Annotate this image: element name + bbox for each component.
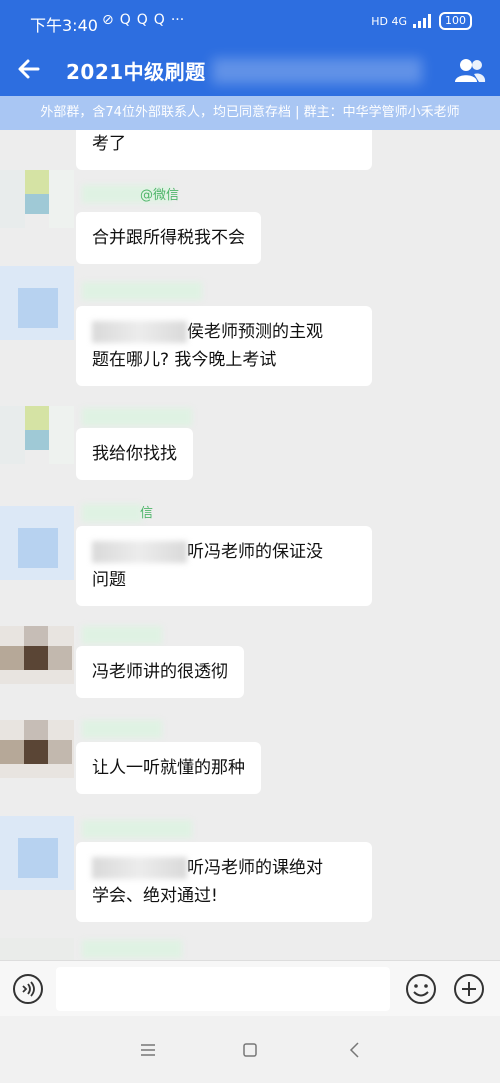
message-text: 题在哪儿? 我今晚上考试 [92,350,277,370]
avatar[interactable] [0,720,74,778]
external-group-notice[interactable]: 外部群，含74位外部联系人，均已同意存档 | 群主：中华学管师小禾老师 [0,96,500,130]
avatar[interactable] [0,626,74,684]
title-redaction [212,58,422,84]
status-bar: 下午3:40 ⊘ Q Q Q ··· HD 4G 100 [0,0,500,44]
sender-name-redaction [82,408,192,426]
message-text: 我给你找找 [92,444,177,464]
message-bubble[interactable]: 听冯老师的保证没 问题 [76,526,372,606]
sender-source-tag: @微信 [140,188,180,203]
sender-name-redaction [82,282,202,300]
sender-source-tag: 信 [140,506,154,521]
input-bar [0,960,500,1016]
network-label: HD 4G [371,14,407,28]
add-icon[interactable] [453,973,485,1005]
message-text: 学会、绝对通过! [92,886,218,906]
message-text: 冯老师讲的很透彻 [92,662,228,682]
message-text: 侯老师预测的主观 [187,322,323,342]
mention-redaction [92,857,187,879]
message-text: 听冯老师的课绝对 [187,858,323,878]
status-time: 下午3:40 [30,16,98,35]
sender-name-redaction [82,820,192,838]
battery-icon: 100 [439,12,472,30]
home-icon[interactable] [240,1040,260,1060]
avatar[interactable] [0,170,74,228]
message-text: 合并跟所得税我不会 [92,228,245,248]
mention-redaction [92,321,187,343]
group-members-icon[interactable] [454,56,486,84]
sender-name-redaction [82,720,162,738]
avatar[interactable] [0,266,74,340]
message-bubble[interactable]: 听冯老师的课绝对 学会、绝对通过! [76,842,372,922]
system-nav-bar [0,1016,500,1083]
sender-name-redaction [82,940,182,958]
avatar[interactable] [0,506,74,580]
sender-name-redaction [82,504,142,522]
sender-name-redaction [82,626,162,644]
message-text: 让人一听就懂的那种 [92,758,245,778]
status-right: HD 4G 100 [371,12,472,30]
qq-icon: Q [119,12,131,28]
menu-icon[interactable] [138,1040,158,1060]
message-bubble[interactable]: 侯老师预测的主观 题在哪儿? 我今晚上考试 [76,306,372,386]
message-text: 考了 [92,134,126,154]
avatar[interactable] [0,816,74,890]
message-bubble[interactable]: 让人一听就懂的那种 [76,742,261,794]
avatar[interactable] [0,938,74,960]
message-text: 听冯老师的保证没 [187,542,323,562]
do-not-disturb-icon: ⊘ [102,12,114,28]
message-input[interactable] [56,967,390,1011]
message-bubble[interactable]: 我给你找找 [76,428,193,480]
message-bubble[interactable]: 冯老师讲的很透彻 [76,646,244,698]
mention-redaction [92,541,187,563]
qq-icon: Q [136,12,148,28]
back-icon[interactable] [345,1040,365,1060]
voice-input-icon[interactable] [12,973,44,1005]
message-list[interactable]: 考了 @微信 合并跟所得税我不会 侯老师预测的主观 题在哪儿? 我今晚上考试 我… [0,130,500,960]
message-bubble[interactable]: 合并跟所得税我不会 [76,212,261,264]
chat-title: 2021中级刷题 [66,60,206,84]
message-bubble[interactable]: 考了 [76,130,372,170]
emoji-icon[interactable] [405,973,437,1005]
chat-header: 2021中级刷题 [0,44,500,96]
more-notifications-icon: ··· [170,12,185,28]
message-text: 问题 [92,570,126,590]
signal-icon [413,14,431,28]
notification-icons: ⊘ Q Q Q ··· [102,12,184,28]
back-arrow-icon[interactable] [14,54,44,84]
qq-icon: Q [153,12,165,28]
avatar[interactable] [0,406,74,464]
